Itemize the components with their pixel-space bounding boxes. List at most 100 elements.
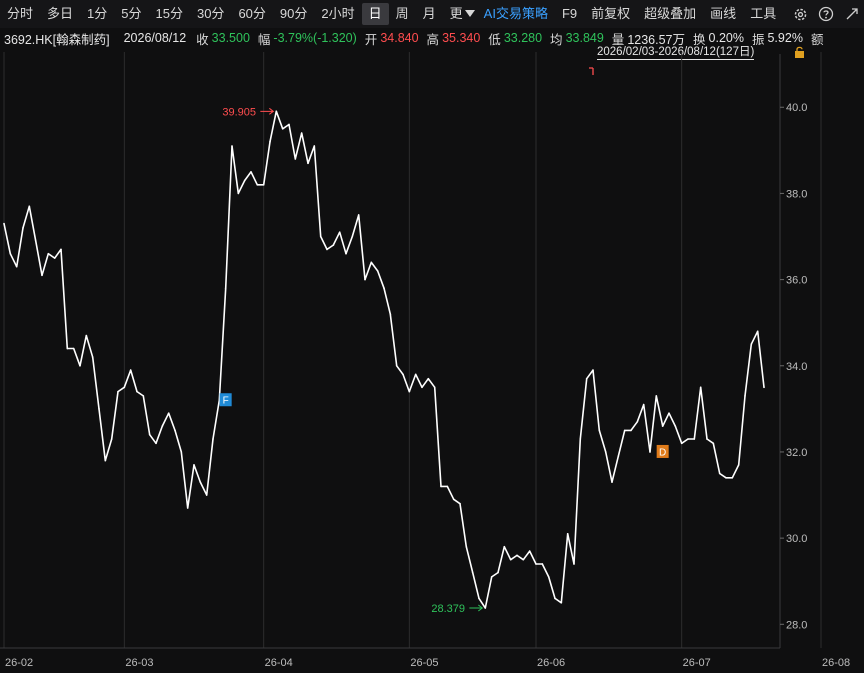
price-point[interactable] — [262, 184, 265, 186]
price-point[interactable] — [503, 545, 506, 548]
price-point[interactable] — [427, 377, 430, 380]
price-point[interactable] — [34, 240, 37, 242]
price-point[interactable] — [205, 494, 208, 496]
price-point[interactable] — [237, 192, 240, 195]
price-point[interactable] — [554, 597, 556, 600]
price-point[interactable] — [351, 235, 354, 238]
price-point[interactable] — [275, 110, 278, 113]
price-point[interactable] — [541, 563, 544, 565]
price-point[interactable] — [123, 386, 126, 389]
price-point[interactable] — [528, 550, 531, 552]
price-point[interactable] — [699, 386, 702, 389]
price-point[interactable] — [687, 438, 689, 440]
price-point[interactable] — [231, 145, 233, 147]
price-point[interactable] — [522, 558, 525, 561]
price-point[interactable] — [288, 123, 290, 126]
price-point[interactable] — [376, 270, 379, 272]
price-point[interactable] — [395, 364, 398, 367]
price-point[interactable] — [604, 451, 607, 453]
price-point[interactable] — [313, 145, 316, 147]
price-point[interactable] — [364, 278, 366, 281]
price-point[interactable] — [668, 412, 670, 414]
price-point[interactable] — [630, 429, 632, 432]
price-point[interactable] — [490, 576, 493, 578]
price-point[interactable] — [104, 459, 107, 462]
price-point[interactable] — [161, 425, 164, 427]
price-point[interactable] — [66, 347, 69, 350]
price-point[interactable] — [28, 205, 31, 208]
price-point[interactable] — [598, 429, 601, 432]
price-point[interactable] — [383, 287, 385, 290]
price-point[interactable] — [465, 545, 468, 548]
price-point[interactable] — [193, 464, 195, 466]
price-point[interactable] — [155, 442, 157, 445]
price-point[interactable] — [744, 395, 746, 397]
price-point[interactable] — [585, 377, 588, 380]
price-point[interactable] — [636, 420, 639, 423]
price-point[interactable] — [129, 369, 132, 371]
price-chart[interactable]: 28.030.032.034.036.038.040.0 26-02 26-03 2… — [0, 0, 864, 673]
price-point[interactable] — [408, 390, 411, 393]
price-point[interactable] — [174, 429, 176, 432]
price-point[interactable] — [547, 576, 550, 578]
price-point[interactable] — [706, 438, 708, 440]
price-point[interactable] — [326, 248, 328, 251]
price-point[interactable] — [433, 386, 436, 389]
price-point[interactable] — [617, 455, 620, 458]
price-point[interactable] — [3, 222, 5, 225]
price-point[interactable] — [642, 403, 645, 406]
price-point[interactable] — [674, 425, 677, 427]
price-point[interactable] — [718, 472, 721, 475]
price-point[interactable] — [478, 597, 480, 600]
price-point[interactable] — [148, 433, 151, 436]
price-point[interactable] — [294, 158, 297, 160]
price-point[interactable] — [573, 563, 575, 565]
price-point[interactable] — [440, 485, 442, 488]
price-point[interactable] — [560, 601, 563, 604]
price-point[interactable] — [79, 364, 81, 367]
price-point[interactable] — [110, 438, 113, 440]
price-point[interactable] — [712, 442, 715, 445]
price-point[interactable] — [98, 408, 100, 410]
price-point[interactable] — [338, 231, 341, 233]
price-point[interactable] — [623, 429, 626, 432]
price-point[interactable] — [53, 257, 56, 259]
price-point[interactable] — [579, 438, 582, 440]
price-point[interactable] — [136, 390, 138, 393]
price-point[interactable] — [750, 343, 753, 346]
price-point[interactable] — [731, 477, 734, 479]
price-point[interactable] — [85, 334, 88, 337]
price-point[interactable] — [332, 244, 335, 246]
price-point[interactable] — [256, 184, 259, 186]
price-point[interactable] — [199, 481, 202, 483]
price-point[interactable] — [300, 132, 303, 134]
price-point[interactable] — [307, 162, 309, 165]
price-point[interactable] — [655, 395, 658, 397]
price-point[interactable] — [516, 554, 518, 557]
price-point[interactable] — [117, 390, 119, 393]
price-point[interactable] — [281, 127, 284, 130]
price-point[interactable] — [319, 235, 322, 238]
price-point[interactable] — [186, 507, 189, 509]
price-point[interactable] — [725, 477, 727, 479]
price-point[interactable] — [224, 287, 227, 290]
price-point[interactable] — [459, 502, 461, 505]
price-line[interactable] — [3, 110, 765, 609]
price-point[interactable] — [180, 451, 183, 453]
price-point[interactable] — [47, 252, 50, 255]
price-point[interactable] — [250, 171, 252, 173]
price-point[interactable] — [756, 330, 759, 333]
price-point[interactable] — [484, 607, 487, 609]
price-point[interactable] — [566, 533, 569, 535]
price-point[interactable] — [693, 438, 696, 440]
price-point[interactable] — [41, 274, 43, 277]
price-point[interactable] — [60, 248, 62, 251]
price-point[interactable] — [22, 227, 24, 229]
price-point[interactable] — [661, 425, 664, 427]
price-point[interactable] — [680, 442, 683, 445]
price-point[interactable] — [357, 214, 360, 216]
price-point[interactable] — [243, 179, 246, 182]
price-point[interactable] — [763, 386, 765, 389]
price-point[interactable] — [389, 313, 392, 315]
price-point[interactable] — [471, 571, 474, 574]
